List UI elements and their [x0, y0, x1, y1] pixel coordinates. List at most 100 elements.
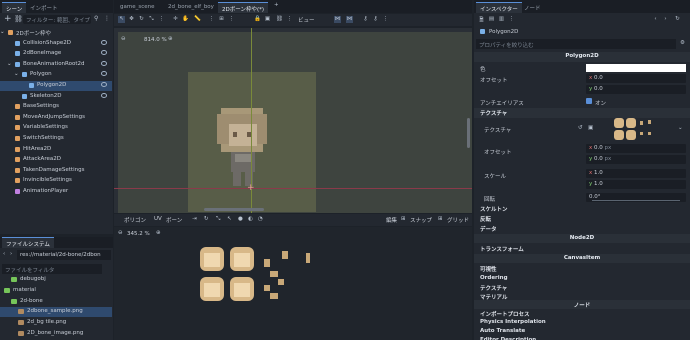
object-selector[interactable]: Polygon2D — [476, 27, 688, 37]
selectable-icon[interactable]: ⋮ — [158, 16, 165, 23]
viewport-2d[interactable]: ⊖ 814.0 % ⊕ + — [114, 28, 472, 213]
fs-item[interactable]: 2d_bg tile.png — [0, 318, 112, 328]
visibility-eye-icon[interactable] — [101, 50, 107, 56]
anchor-icon[interactable]: ⋈ — [334, 16, 341, 23]
uv-editor[interactable]: ⊖ 345.2 % ⊕ — [114, 227, 472, 340]
tab-uv[interactable]: UV — [154, 216, 162, 222]
history-back-icon[interactable]: ‹ — [652, 16, 659, 23]
tab-node[interactable]: ノード — [520, 2, 545, 13]
grid-snap-icon[interactable]: ⊞ — [218, 16, 225, 23]
tab-inspector[interactable]: インスペクター — [476, 2, 522, 13]
forward-icon[interactable]: › — [10, 251, 12, 257]
section-physics-section[interactable]: Physics Interpolation — [474, 318, 690, 327]
scale-y-field[interactable]: y 1.0 — [586, 180, 686, 189]
brush-icon[interactable]: ● — [238, 216, 243, 222]
uv-zoom-in-icon[interactable]: ⊕ — [156, 230, 161, 236]
scene-node[interactable]: Skeleton2D — [0, 92, 112, 102]
lock-icon[interactable]: 🔒 — [254, 16, 261, 23]
expand-arrow-icon[interactable]: ⌄ — [14, 71, 19, 77]
layout-icon[interactable]: ⋈ — [346, 16, 353, 23]
back-icon[interactable]: ‹ — [3, 251, 5, 257]
save-resource-icon[interactable]: ▥ — [498, 16, 505, 23]
bone-icon[interactable]: ⛓ — [276, 16, 283, 23]
scene-node[interactable]: Polygon2D — [0, 81, 112, 91]
tex-offset-y-field[interactable]: y 0.0 px — [586, 155, 686, 164]
tab-bone-scene[interactable]: 2Dボーン枠や(*) — [218, 2, 269, 13]
add-node-icon[interactable]: + — [4, 14, 12, 24]
antialias-checkbox[interactable] — [586, 98, 592, 104]
section-visibility-section[interactable]: 可視性 — [474, 264, 690, 273]
section-editor-desc-section[interactable]: Editor Description — [474, 336, 690, 340]
resource-menu-icon[interactable]: ⋮ — [508, 16, 515, 23]
menu-icon[interactable]: ⋮ — [104, 15, 110, 22]
clear-icon[interactable]: ◔ — [258, 216, 263, 222]
fs-path-input[interactable]: res://material/2d-bone/2dbon — [17, 250, 111, 260]
insert-key-icon[interactable]: ⚷ — [372, 16, 379, 23]
point-scale-icon[interactable]: ⤡ — [216, 216, 220, 223]
history-icon[interactable]: ↻ — [674, 16, 681, 23]
scale-x-field[interactable]: x 1.0 — [586, 169, 686, 178]
expand-arrow-icon[interactable]: ⌄ — [7, 61, 12, 67]
uv-zoom-level[interactable]: 345.2 % — [127, 231, 150, 237]
fs-item[interactable]: debugobj — [0, 275, 112, 285]
group-icon[interactable]: ▣ — [264, 16, 271, 23]
zoom-level[interactable]: 814.0 % — [144, 37, 167, 43]
texture-menu-icon[interactable]: ⌄ — [678, 125, 683, 131]
scene-node[interactable]: MoveAndJumpSettings — [0, 113, 112, 123]
point-move-icon[interactable]: ⇥ — [192, 216, 197, 222]
scene-node[interactable]: AttackArea2D — [0, 155, 112, 165]
link-icon[interactable]: ⛓ — [14, 15, 23, 23]
section-ci-texture-section[interactable]: テクスチャ — [474, 283, 690, 292]
tab-bones[interactable]: ボーン — [166, 216, 182, 224]
smart-snap-icon[interactable]: ⋮ — [208, 16, 215, 23]
fs-item[interactable]: material — [0, 286, 112, 296]
section-texture[interactable]: テクスチャ — [474, 108, 690, 118]
grid-toggle[interactable]: グリッド — [447, 216, 469, 224]
scene-node[interactable]: HitArea2D — [0, 145, 112, 155]
cursor-icon[interactable]: ↖ — [227, 216, 232, 222]
scrollbar-v[interactable] — [467, 118, 470, 148]
scene-node[interactable]: VariableSettings — [0, 123, 112, 133]
filter-options-icon[interactable]: ⚙ — [680, 40, 685, 46]
section-node2d-header[interactable]: Node2D — [474, 234, 690, 243]
section-process-section[interactable]: インポートプロセス — [474, 309, 690, 318]
zoom-out-icon[interactable]: ⊖ — [121, 36, 126, 42]
snap-icon[interactable]: ⊞ — [401, 216, 406, 222]
view-menu[interactable]: ビュー — [298, 16, 315, 24]
scene-node[interactable]: ⌄ BoneAnimationRoot2d — [0, 60, 112, 70]
scene-node[interactable]: 2dBoneImage — [0, 49, 112, 59]
section-canvasitem-header[interactable]: CanvasItem — [474, 254, 690, 263]
tab-filesystem[interactable]: ファイルシステム — [2, 237, 54, 248]
tex-offset-x-field[interactable]: x 0.0 px — [586, 144, 686, 153]
offset-y-field[interactable]: y 0.0 — [586, 85, 686, 94]
tab-scene[interactable]: シーン — [2, 2, 27, 13]
history-forward-icon[interactable]: › — [662, 16, 669, 23]
scene-node[interactable]: BaseSettings — [0, 102, 112, 112]
scene-node[interactable]: SwitchSettings — [0, 134, 112, 144]
fs-item[interactable]: 2d-bone — [0, 297, 112, 307]
scene-node[interactable]: AnimationPlayer — [0, 187, 112, 197]
skeleton-options-icon[interactable]: ⋮ — [286, 16, 293, 23]
scrollbar-h[interactable] — [204, 208, 264, 211]
snap-options-icon[interactable]: ⋮ — [228, 16, 235, 23]
texture-preview[interactable] — [614, 118, 664, 142]
scene-node[interactable]: CollisionShape2D — [0, 39, 112, 49]
zoom-in-icon[interactable]: ⊕ — [168, 36, 173, 42]
search-icon[interactable]: ⚲ — [94, 15, 98, 22]
fs-filter-input[interactable]: ファイルをフィルタ — [2, 264, 102, 274]
tab-game-scene[interactable]: game_scene — [116, 2, 159, 13]
grid-icon[interactable]: ⊞ — [438, 216, 443, 222]
expand-arrow-icon[interactable]: ⌄ — [0, 29, 5, 35]
texture-resource-icon[interactable]: ▣ — [588, 125, 593, 131]
ruler-icon[interactable]: 📏 — [194, 16, 201, 23]
edit-menu[interactable]: 編集 — [386, 216, 397, 224]
snap-toggle[interactable]: スナップ — [410, 216, 432, 224]
tab-import[interactable]: インポート — [26, 2, 62, 13]
section-autotranslate-section[interactable]: Auto Translate — [474, 327, 690, 336]
add-tab-icon[interactable]: + — [274, 2, 279, 8]
pivot-icon[interactable]: ✛ — [172, 16, 179, 23]
fs-item[interactable]: 2D_bone_image.png — [0, 329, 112, 339]
visibility-eye-icon[interactable] — [101, 92, 107, 98]
scale-tool-icon[interactable]: ⤡ — [148, 16, 155, 23]
scene-node[interactable]: TakenDamageSettings — [0, 166, 112, 176]
